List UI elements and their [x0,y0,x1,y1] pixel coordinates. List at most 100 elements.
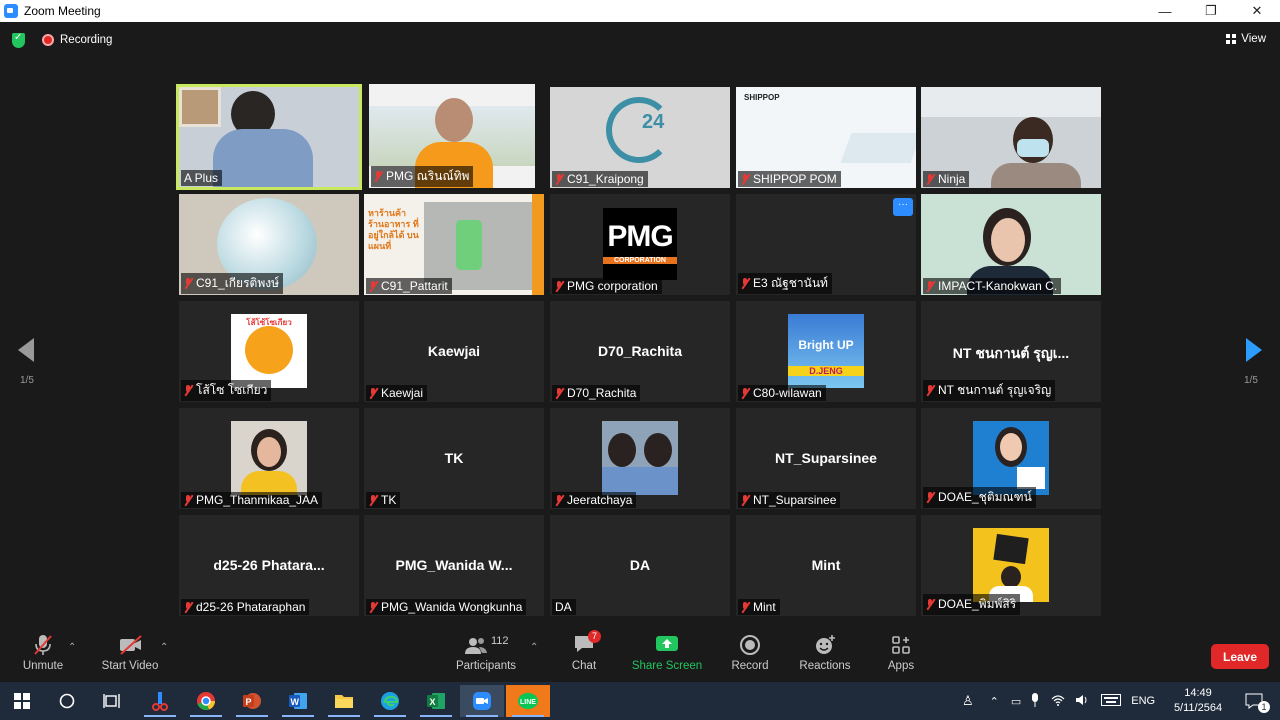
video-tile-nt-chanakan[interactable]: NT ชนกานต์ รุญเ... NT ชนกานต์ รุญเจริญ [921,301,1101,402]
video-tile-c91-kraipong[interactable]: 24 C91_Kraipong [550,87,730,188]
muted-mic-icon [369,494,378,506]
show-hidden-icons-icon[interactable]: ⌃ [990,695,999,708]
minimize-button[interactable]: — [1142,0,1188,22]
clock-time: 14:49 [1184,687,1212,699]
audio-options-caret-icon[interactable]: ⌃ [68,642,76,653]
muted-mic-icon [369,601,378,613]
record-button[interactable]: Record [728,634,772,672]
notifications-icon[interactable]: 1 [1232,685,1276,717]
profile-photo [231,421,307,495]
restore-button[interactable]: ❐ [1188,0,1234,22]
video-tile-pmg-thanmikaa[interactable]: PMG_Thanmikaa_JAA [179,408,359,509]
muted-mic-icon [741,601,750,613]
share-screen-button[interactable]: Share Screen [630,634,704,672]
participant-label: NT ชนกานต์ รุญเจริญ [923,380,1056,401]
reactions-button[interactable]: Reactions [798,634,852,672]
video-tile-da[interactable]: DA DA [550,515,730,616]
video-tile-c80-wilawan[interactable]: Bright UP D.JENG C80-wilawan [736,301,916,402]
unmute-button[interactable]: Unmute [18,634,68,672]
security-shield-icon[interactable] [12,32,25,48]
more-options-icon[interactable]: ··· [893,198,913,216]
person-body [213,129,313,187]
apps-button[interactable]: Apps [884,634,918,672]
muted-mic-icon [926,599,935,610]
video-tile-ninja[interactable]: Ninja [921,87,1101,188]
muted-mic-icon [369,280,378,292]
meet-now-icon[interactable]: ▭ [1011,695,1021,708]
video-tile-nt-suparsinee[interactable]: NT_Suparsinee NT_Suparsinee [736,408,916,509]
video-tile-soso[interactable]: โส้โซ้โซเกียว โส้โซ โซเกียว [179,301,359,402]
edge-icon[interactable] [368,685,412,717]
video-tile-mint[interactable]: Mint Mint [736,515,916,616]
participant-name: TK [381,493,397,507]
video-options-caret-icon[interactable]: ⌃ [160,642,168,653]
reactions-smiley-icon [813,634,837,656]
video-off-icon [118,634,142,656]
clock[interactable]: 14:49 5/11/2564 [1170,686,1226,716]
video-tile-tk[interactable]: TK TK [364,408,544,509]
participants-caret-icon[interactable]: ⌃ [530,642,538,653]
participant-center-name: Kaewjai [427,343,481,359]
wall-frame [179,87,221,127]
participant-label: PMG corporation [552,278,662,294]
participants-button[interactable]: 112 Participants [452,634,520,672]
task-view-icon[interactable] [90,685,134,717]
close-button[interactable]: ✕ [1234,0,1280,22]
ceiling [921,87,1101,117]
video-tile-kaewjai[interactable]: Kaewjai Kaewjai [364,301,544,402]
meeting-topbar: Recording View [0,22,1280,62]
wifi-icon[interactable] [1051,694,1065,709]
video-tile-pmg-wanida[interactable]: PMG_Wanida W... PMG_Wanida Wongkunha [364,515,544,616]
view-button[interactable]: View [1226,33,1266,45]
leave-button[interactable]: Leave [1211,644,1269,669]
chrome-icon[interactable] [184,685,228,717]
muted-mic-icon [184,385,193,396]
previous-page-arrow-icon[interactable] [18,338,34,362]
recording-indicator[interactable]: Recording [42,34,112,46]
touch-keyboard-icon[interactable] [1101,693,1122,709]
file-explorer-icon[interactable] [322,685,366,717]
volume-icon[interactable] [1075,694,1089,709]
window-title: Zoom Meeting [24,4,101,18]
video-tile-d70-rachita[interactable]: D70_Rachita D70_Rachita [550,301,730,402]
video-tile-doae-pimsiri[interactable]: DOAE_พิมพ์สิริ [921,515,1101,616]
bright-up-sub: D.JENG [788,366,864,376]
muted-mic-icon [741,494,750,506]
clock-date: 5/11/2564 [1173,702,1223,714]
video-tile-pmg-narin[interactable]: PMG ณรินณ์ทิพ [369,84,535,188]
bright-up-logo: Bright UP D.JENG [788,314,864,388]
video-tile-c91-pattarit[interactable]: หาร้านค้า ร้านอาหาร ที่อยู่ใกล้ได้ บนแผน… [364,194,544,295]
certificate-graphic [1017,467,1045,489]
participant-label: A Plus [181,170,223,186]
video-tile-pmg-corporation[interactable]: PMG CORPORATION PMG corporation [550,194,730,295]
start-video-button[interactable]: Start Video [98,634,162,672]
chat-button[interactable]: 7 Chat [566,630,602,672]
video-tile-a-plus[interactable]: A Plus [176,84,362,190]
search-icon[interactable] [45,685,89,717]
input-language[interactable]: ENG [1131,695,1155,707]
zoom-app-icon [4,4,18,18]
person-body [991,163,1081,188]
video-tile-e3[interactable]: ··· E3 ณัฐชานันท์ [736,194,916,295]
word-icon[interactable]: W [276,685,320,717]
muted-mic-icon [926,173,935,185]
video-tile-shippop-pom[interactable]: SHIPPOP SHIPPOP POM [736,87,916,188]
video-tile-jeeratchaya[interactable]: Jeeratchaya [550,408,730,509]
snipping-tool-icon[interactable] [138,685,182,717]
video-tile-d25-26[interactable]: d25-26 Phatara... d25-26 Phataraphan [179,515,359,616]
system-tray: ♙ ⌃ ▭ ENG [962,682,1155,720]
people-icon[interactable]: ♙ [962,693,974,709]
next-page-arrow-icon[interactable] [1246,338,1262,362]
powerpoint-icon[interactable]: P [230,685,274,717]
record-label: Record [731,660,769,672]
decorative-shape [840,133,916,163]
zoom-taskbar-icon[interactable] [460,685,504,717]
excel-icon[interactable]: X [414,685,458,717]
line-icon[interactable]: LINE [506,685,550,717]
windows-start-icon[interactable] [0,685,44,717]
video-tile-impact-kanokwan[interactable]: IMPACT-Kanokwan C. [921,194,1101,295]
video-tile-c91-kiatipong[interactable]: C91_เกียรติพงษ์ [179,194,359,295]
microphone-icon[interactable] [1031,692,1039,710]
video-tile-doae-chutimon[interactable]: DOAE_ชุติมณฑน์ [921,408,1101,509]
profile-photo [973,528,1049,602]
